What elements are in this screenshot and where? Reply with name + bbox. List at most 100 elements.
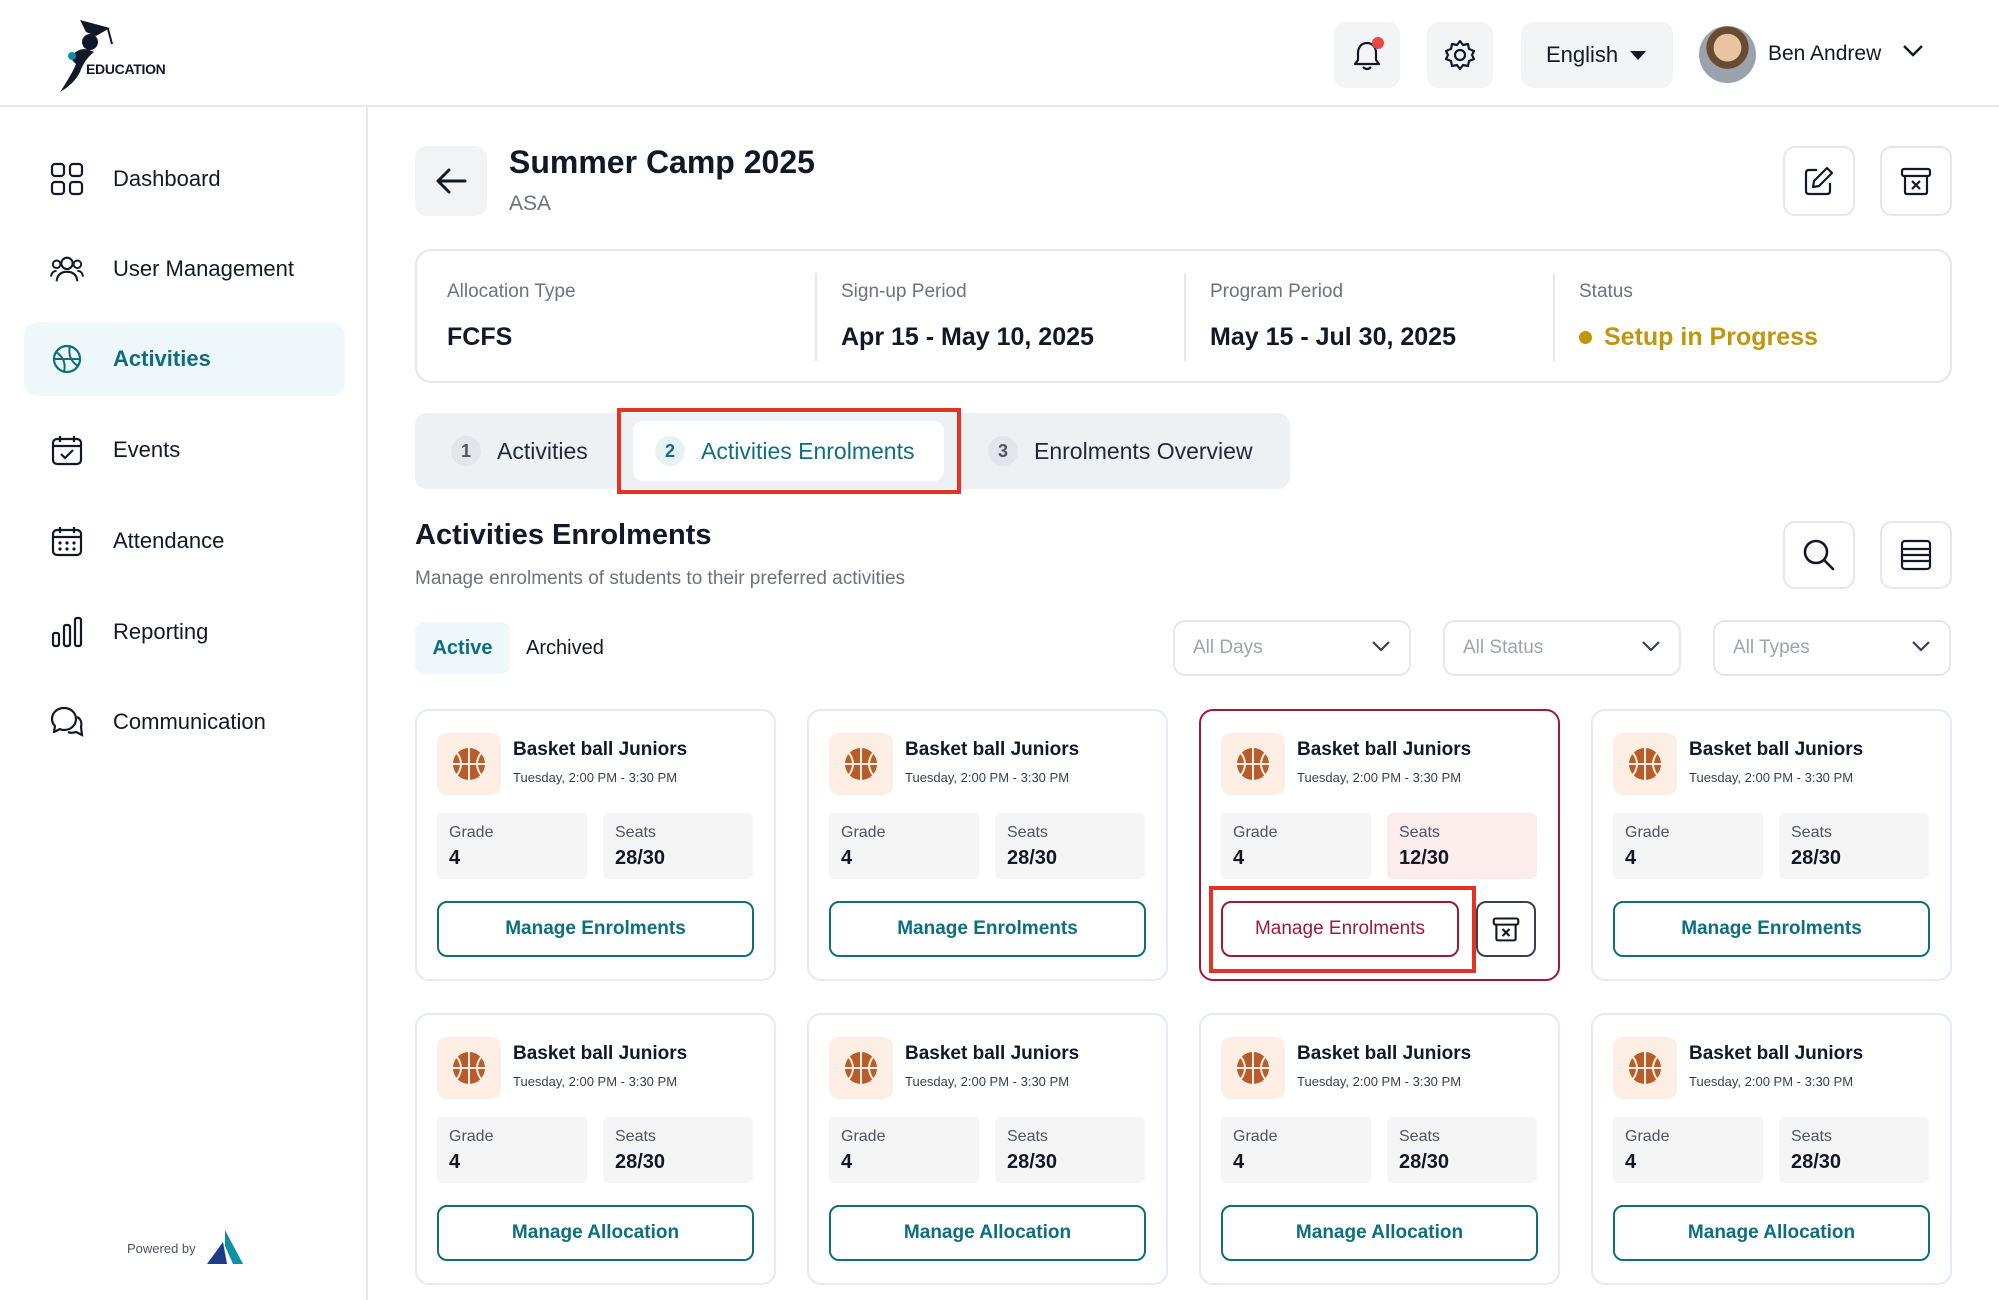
notification-dot xyxy=(1372,37,1384,49)
archive-icon xyxy=(1900,167,1932,196)
back-button[interactable] xyxy=(415,146,487,216)
tab-active[interactable]: Active xyxy=(415,622,510,674)
manage-enrolments-button[interactable]: Manage Enrolments xyxy=(437,901,754,957)
stat-label: Grade xyxy=(1233,824,1278,841)
activity-thumbnail xyxy=(1221,733,1285,795)
activity-card[interactable]: Basket ball Juniors Tuesday, 2:00 PM - 3:… xyxy=(807,1013,1168,1285)
step-label: Enrolments Overview xyxy=(1034,437,1253,464)
stat-value: 4 xyxy=(449,847,461,869)
notifications-button[interactable] xyxy=(1334,22,1400,88)
stat-value: 4 xyxy=(1625,847,1637,869)
search-icon xyxy=(1803,539,1835,571)
step-activities[interactable]: 1 Activities xyxy=(451,421,588,481)
activity-card[interactable]: Basket ball Juniors Tuesday, 2:00 PM - 3:… xyxy=(415,1013,776,1285)
activity-title: Basket ball Juniors xyxy=(905,1043,1080,1064)
education-logo[interactable] xyxy=(50,14,180,94)
sidebar-item-dashboard[interactable]: Dashboard xyxy=(24,142,345,216)
gear-icon xyxy=(1444,39,1476,71)
archive-button[interactable] xyxy=(1880,146,1952,216)
grade-stat: Grade 4 xyxy=(1613,813,1763,879)
info-value: Apr 15 - May 10, 2025 xyxy=(841,323,1094,351)
grade-stat: Grade 4 xyxy=(437,813,587,879)
archive-activity-button[interactable] xyxy=(1476,901,1536,957)
sidebar-item-label: Events xyxy=(113,437,181,462)
powered-by-label: Powered by xyxy=(127,1241,196,1256)
manage-enrolments-button[interactable]: Manage Enrolments xyxy=(829,901,1146,957)
info-value: FCFS xyxy=(447,323,513,351)
basketball-icon xyxy=(453,748,485,780)
grade-stat: Grade 4 xyxy=(1613,1117,1763,1183)
basketball-icon xyxy=(453,1052,485,1084)
tab-archived[interactable]: Archived xyxy=(526,622,604,674)
activity-title: Basket ball Juniors xyxy=(905,739,1080,760)
activity-schedule: Tuesday, 2:00 PM - 3:30 PM xyxy=(1297,770,1462,785)
page-subtitle: ASA xyxy=(509,192,552,215)
settings-button[interactable] xyxy=(1427,22,1493,88)
sidebar-item-events[interactable]: Events xyxy=(24,413,345,487)
stat-value: 28/30 xyxy=(1007,847,1058,869)
bar-chart-icon xyxy=(50,615,84,649)
activity-thumbnail xyxy=(437,1037,501,1099)
activity-schedule: Tuesday, 2:00 PM - 3:30 PM xyxy=(905,770,1070,785)
avatar[interactable] xyxy=(1699,26,1756,83)
basketball-icon xyxy=(1237,1052,1269,1084)
activity-card[interactable]: Basket ball Juniors Tuesday, 2:00 PM - 3:… xyxy=(415,709,776,981)
chevron-down-icon[interactable] xyxy=(1902,44,1924,58)
manage-enrolments-button[interactable]: Manage Enrolments xyxy=(1613,901,1930,957)
step-number: 1 xyxy=(451,436,481,466)
days-filter[interactable]: All Days xyxy=(1173,620,1411,676)
list-view-button[interactable] xyxy=(1880,521,1952,589)
seats-stat: Seats 28/30 xyxy=(603,813,753,879)
types-filter[interactable]: All Types xyxy=(1713,620,1951,676)
sidebar-item-activities[interactable]: Activities xyxy=(24,322,345,396)
stat-label: Grade xyxy=(841,1128,886,1145)
activity-schedule: Tuesday, 2:00 PM - 3:30 PM xyxy=(513,1074,678,1089)
info-label: Allocation Type xyxy=(447,281,576,302)
search-button[interactable] xyxy=(1783,521,1855,589)
manage-allocation-button[interactable]: Manage Allocation xyxy=(1221,1205,1538,1261)
types-filter-value: All Types xyxy=(1733,637,1810,658)
manage-allocation-button[interactable]: Manage Allocation xyxy=(829,1205,1146,1261)
stat-label: Grade xyxy=(1625,824,1670,841)
language-label: English xyxy=(1546,42,1619,67)
step-enrolments-overview[interactable]: 3 Enrolments Overview xyxy=(988,421,1253,481)
seats-stat: Seats 28/30 xyxy=(995,1117,1145,1183)
basketball-icon xyxy=(845,748,877,780)
sidebar-item-user-management[interactable]: User Management xyxy=(24,232,345,306)
divider xyxy=(1553,273,1555,361)
status-badge: Setup in Progress xyxy=(1579,323,1818,352)
seats-stat: Seats 28/30 xyxy=(995,813,1145,879)
chevron-down-icon xyxy=(1642,641,1660,652)
user-name[interactable]: Ben Andrew xyxy=(1768,42,1881,66)
activity-thumbnail xyxy=(437,733,501,795)
sidebar-item-reporting[interactable]: Reporting xyxy=(24,595,345,669)
sidebar-item-communication[interactable]: Communication xyxy=(24,685,345,759)
status-filter[interactable]: All Status xyxy=(1443,620,1681,676)
section-title: Activities Enrolments xyxy=(415,519,712,551)
calendar-grid-icon xyxy=(50,524,84,558)
chevron-down-icon xyxy=(1372,641,1390,652)
activity-card[interactable]: Basket ball Juniors Tuesday, 2:00 PM - 3:… xyxy=(807,709,1168,981)
list-view-icon xyxy=(1900,539,1932,571)
grade-stat: Grade 4 xyxy=(829,1117,979,1183)
language-select[interactable]: English xyxy=(1521,22,1673,88)
divider xyxy=(815,273,817,361)
edit-button[interactable] xyxy=(1783,146,1855,216)
seats-stat: Seats 28/30 xyxy=(1779,1117,1929,1183)
manage-allocation-button[interactable]: Manage Allocation xyxy=(1613,1205,1930,1261)
activity-title: Basket ball Juniors xyxy=(1297,1043,1472,1064)
sidebar-item-label: Communication xyxy=(113,709,266,734)
program-info-card: Allocation Type FCFS Sign-up Period Apr … xyxy=(415,249,1952,383)
grade-stat: Grade 4 xyxy=(1221,1117,1371,1183)
sidebar-item-attendance[interactable]: Attendance xyxy=(24,504,345,578)
stat-label: Grade xyxy=(841,824,886,841)
activity-card[interactable]: Basket ball Juniors Tuesday, 2:00 PM - 3:… xyxy=(1591,709,1952,981)
activity-schedule: Tuesday, 2:00 PM - 3:30 PM xyxy=(1689,770,1854,785)
manage-allocation-button[interactable]: Manage Allocation xyxy=(437,1205,754,1261)
activity-card[interactable]: Basket ball Juniors Tuesday, 2:00 PM - 3:… xyxy=(1591,1013,1952,1285)
activity-card[interactable]: Basket ball Juniors Tuesday, 2:00 PM - 3:… xyxy=(1199,1013,1560,1285)
stat-value: 28/30 xyxy=(1791,847,1842,869)
edit-icon xyxy=(1804,166,1834,196)
info-value: May 15 - Jul 30, 2025 xyxy=(1210,323,1456,351)
activity-thumbnail xyxy=(1613,1037,1677,1099)
